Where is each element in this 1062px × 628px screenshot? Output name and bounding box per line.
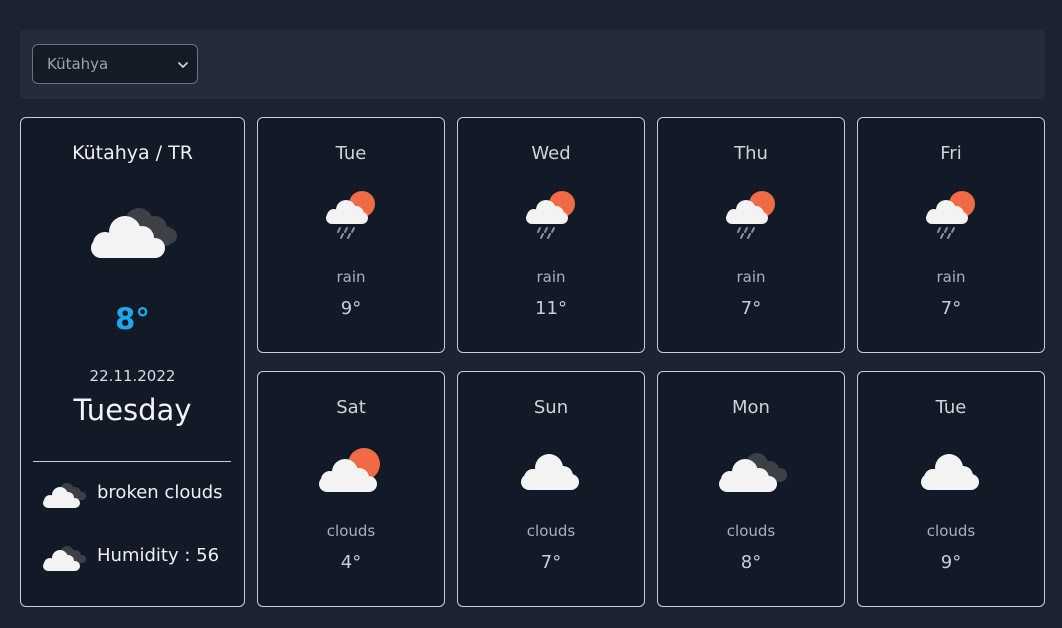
forecast-temperature: 11°	[535, 298, 567, 319]
forecast-temperature: 7°	[940, 298, 962, 319]
divider	[33, 461, 231, 462]
current-date: 22.11.2022	[89, 367, 176, 385]
forecast-card: Sun clouds 7°	[457, 371, 645, 607]
forecast-card: Tue clouds 9°	[857, 371, 1045, 607]
forecast-temperature: 9°	[340, 298, 362, 319]
forecast-description: rain	[336, 268, 366, 286]
forecast-day: Wed	[531, 143, 571, 164]
forecast-day: Sun	[533, 397, 569, 418]
forecast-card: Tue rain 9°	[257, 117, 445, 353]
cloud-icon	[921, 454, 979, 490]
forecast-day: Mon	[732, 397, 770, 418]
forecast-card: Mon clouds 8°	[657, 371, 845, 607]
city-select[interactable]: Kütahya	[32, 44, 198, 84]
forecast-day: Fri	[940, 143, 962, 164]
broken-clouds-icon	[43, 546, 86, 571]
current-weather-card: Kütahya / TR 8° 22.11.2022 Tuesday broke…	[20, 117, 245, 607]
cloud-icon	[521, 454, 579, 490]
forecast-description: clouds	[326, 522, 376, 540]
forecast-temperature: 7°	[740, 298, 762, 319]
forecast-temperature: 8°	[740, 552, 762, 573]
forecast-day: Tue	[935, 397, 967, 418]
forecast-description: clouds	[526, 522, 576, 540]
rain-sun-icon	[526, 191, 575, 239]
city-select-value: Kütahya	[47, 55, 109, 73]
forecast-description: clouds	[726, 522, 776, 540]
broken-clouds-icon	[719, 453, 787, 492]
forecast-day: Thu	[734, 143, 768, 164]
current-temperature: 8°	[115, 302, 150, 336]
forecast-day: Sat	[336, 397, 366, 418]
forecast-card: Wed rain 11°	[457, 117, 645, 353]
weather-description: broken clouds	[97, 482, 223, 503]
forecast-description: rain	[536, 268, 566, 286]
forecast-description: rain	[736, 268, 766, 286]
rain-sun-icon	[726, 191, 775, 239]
location-title: Kütahya / TR	[72, 142, 193, 164]
forecast-description: clouds	[926, 522, 976, 540]
forecast-temperature: 4°	[340, 552, 362, 573]
current-weekday: Tuesday	[73, 393, 192, 427]
rain-sun-icon	[926, 191, 975, 239]
forecast-day: Tue	[335, 143, 367, 164]
rain-sun-icon	[326, 191, 375, 239]
forecast-card: Fri rain 7°	[857, 117, 1045, 353]
few-clouds-sun-icon	[319, 448, 380, 492]
forecast-temperature: 9°	[940, 552, 962, 573]
forecast-card: Thu rain 7°	[657, 117, 845, 353]
forecast-description: rain	[936, 268, 966, 286]
forecast-temperature: 7°	[540, 552, 562, 573]
chevron-down-icon	[178, 62, 188, 68]
humidity-value: Humidity : 56	[97, 545, 220, 566]
toolbar: Kütahya	[20, 30, 1045, 99]
broken-clouds-icon	[43, 483, 86, 508]
forecast-card: Sat clouds 4°	[257, 371, 445, 607]
broken-clouds-icon	[91, 208, 177, 258]
